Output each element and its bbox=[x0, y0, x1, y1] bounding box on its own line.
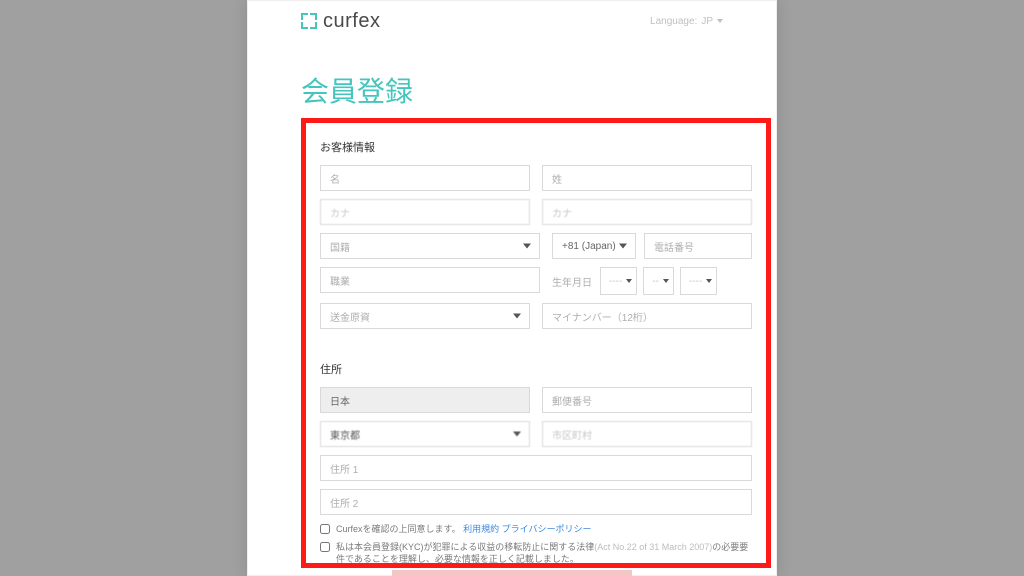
nationality-select[interactable]: 国籍 bbox=[320, 233, 540, 259]
dob-group: 生年月日 ---- -- ---- bbox=[552, 267, 752, 295]
highlight-box: お客様情報 名 姓 カナ カナ 国籍 +81 (Japan) 電話番号 職業 生… bbox=[301, 118, 771, 568]
language-current: JP bbox=[701, 16, 713, 27]
chevron-down-icon bbox=[513, 432, 521, 437]
dob-day-select[interactable]: ---- bbox=[680, 267, 717, 295]
kyc-checkbox-row: 私は本会員登録(KYC)が犯罪による収益の移転防止に関する法律(Act No.2… bbox=[320, 541, 752, 565]
first-name-input[interactable]: 名 bbox=[320, 165, 530, 191]
chevron-down-icon bbox=[619, 244, 627, 249]
phone-input[interactable]: 電話番号 bbox=[644, 233, 752, 259]
terms-checkbox-row: Curfexを確認の上同意します。 利用規約 プライバシーポリシー bbox=[320, 523, 752, 535]
brand-logo: curfex bbox=[301, 10, 380, 33]
registration-form: お客様情報 名 姓 カナ カナ 国籍 +81 (Japan) 電話番号 職業 生… bbox=[306, 123, 766, 563]
dob-year-select[interactable]: ---- bbox=[600, 267, 637, 295]
submit-button-clipped[interactable] bbox=[392, 570, 632, 576]
mynumber-input[interactable]: マイナンバー（12桁） bbox=[542, 303, 752, 329]
chevron-down-icon bbox=[706, 279, 712, 283]
address2-input[interactable]: 住所 2 bbox=[320, 489, 752, 515]
last-name-input[interactable]: 姓 bbox=[542, 165, 752, 191]
brand-name: curfex bbox=[323, 10, 380, 33]
prefecture-select[interactable]: 東京都 bbox=[320, 421, 530, 447]
header: curfex Language: JP bbox=[247, 0, 777, 42]
terms-checkbox[interactable] bbox=[320, 524, 330, 534]
dob-month-select[interactable]: -- bbox=[643, 267, 674, 295]
kyc-checkbox[interactable] bbox=[320, 542, 330, 552]
postal-code-input[interactable]: 郵便番号 bbox=[542, 387, 752, 413]
logo-mark-icon bbox=[301, 13, 317, 29]
privacy-link[interactable]: プライバシーポリシー bbox=[502, 524, 592, 534]
first-name-kana-input[interactable]: カナ bbox=[320, 199, 530, 225]
section-address: 住所 bbox=[320, 361, 752, 377]
language-switcher[interactable]: Language: JP bbox=[650, 16, 723, 27]
chevron-down-icon bbox=[626, 279, 632, 283]
address1-input[interactable]: 住所 1 bbox=[320, 455, 752, 481]
remittance-source-select[interactable]: 送金原資 bbox=[320, 303, 530, 329]
language-label: Language: bbox=[650, 16, 697, 27]
chevron-down-icon bbox=[523, 244, 531, 249]
kyc-text: 私は本会員登録(KYC)が犯罪による収益の移転防止に関する法律(Act No.2… bbox=[336, 541, 752, 565]
last-name-kana-input[interactable]: カナ bbox=[542, 199, 752, 225]
dob-label: 生年月日 bbox=[552, 274, 592, 289]
chevron-down-icon bbox=[717, 19, 723, 23]
section-customer-info: お客様情報 bbox=[320, 139, 752, 155]
dial-code-select[interactable]: +81 (Japan) bbox=[552, 233, 636, 259]
country-field: 日本 bbox=[320, 387, 530, 413]
terms-text: Curfexを確認の上同意します。 利用規約 プライバシーポリシー bbox=[336, 523, 591, 535]
city-input[interactable]: 市区町村 bbox=[542, 421, 752, 447]
page-title: 会員登録 bbox=[247, 42, 777, 126]
chevron-down-icon bbox=[663, 279, 669, 283]
chevron-down-icon bbox=[513, 314, 521, 319]
occupation-input[interactable]: 職業 bbox=[320, 267, 540, 293]
terms-link[interactable]: 利用規約 bbox=[463, 524, 499, 534]
